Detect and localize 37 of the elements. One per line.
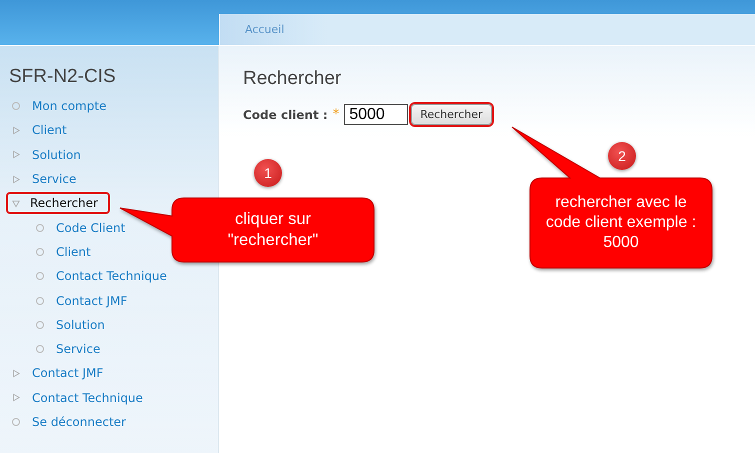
code-client-field[interactable]: 5000 bbox=[344, 104, 408, 125]
bullet-icon bbox=[36, 272, 44, 280]
collapsed-triangle-icon[interactable] bbox=[12, 126, 20, 135]
menu-item[interactable]: Client bbox=[26, 119, 73, 142]
bullet-icon bbox=[36, 248, 44, 256]
search-button[interactable]: Rechercher bbox=[411, 104, 492, 125]
menu-item[interactable]: Se déconnecter bbox=[26, 411, 132, 433]
page-title: Rechercher bbox=[243, 68, 342, 90]
submenu-item[interactable]: Client bbox=[50, 240, 97, 263]
bullet-icon bbox=[12, 418, 20, 426]
submenu-item[interactable]: Contact Technique bbox=[50, 265, 173, 288]
submenu-item[interactable]: Service bbox=[50, 338, 106, 360]
collapsed-triangle-icon[interactable] bbox=[12, 368, 20, 378]
menu-item[interactable]: Contact Technique bbox=[26, 386, 149, 409]
bullet-icon bbox=[36, 320, 44, 329]
expanded-triangle-icon[interactable] bbox=[12, 198, 20, 208]
bullet-icon bbox=[36, 296, 44, 305]
callout-text: rechercher avec le code client exemple : 5000 bbox=[544, 193, 698, 253]
bullet-icon bbox=[36, 224, 44, 232]
submenu-item[interactable]: Solution bbox=[50, 314, 111, 336]
bullet-icon bbox=[12, 102, 20, 110]
collapsed-triangle-icon[interactable] bbox=[12, 150, 20, 160]
collapsed-triangle-icon[interactable] bbox=[12, 174, 20, 184]
breadcrumb-link[interactable]: Accueil bbox=[245, 23, 284, 36]
menu-item[interactable]: Mon compte bbox=[26, 95, 112, 118]
collapsed-triangle-icon[interactable] bbox=[12, 393, 20, 402]
required-mark: * bbox=[332, 107, 340, 122]
submenu-item[interactable]: Contact JMF bbox=[50, 290, 134, 312]
menu-item[interactable]: Solution bbox=[26, 144, 87, 166]
callout-text: cliquer sur "rechercher" bbox=[226, 209, 320, 251]
menu-item[interactable]: Contact JMF bbox=[26, 362, 110, 384]
menu-item[interactable]: Service bbox=[26, 168, 82, 190]
field-label: Code client : bbox=[243, 108, 328, 122]
menu-item[interactable]: Rechercher bbox=[6, 192, 110, 214]
submenu-item[interactable]: Code Client bbox=[50, 216, 132, 239]
bullet-icon bbox=[36, 345, 44, 354]
site-title: SFR-N2-CIS bbox=[9, 66, 117, 88]
